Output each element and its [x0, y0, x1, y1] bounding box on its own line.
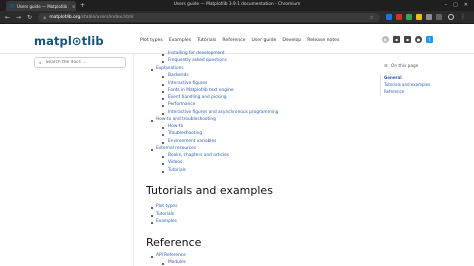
toc-list-icon: ☰	[384, 64, 388, 69]
sidebar-divider	[133, 54, 134, 266]
toc-link[interactable]: Backends	[168, 73, 189, 78]
search-icon: ⌕	[39, 60, 42, 66]
toc-link[interactable]: Modules	[168, 260, 186, 265]
extension-4-icon[interactable]	[416, 14, 422, 20]
rtoc-reference[interactable]: Reference	[384, 89, 404, 94]
nav-plot-types[interactable]: Plot types	[140, 38, 163, 43]
url-host: matplotlib.org	[49, 15, 81, 20]
header-icons: ◐ ▪ ▪ ● t	[382, 36, 433, 43]
bullet-icon	[151, 222, 153, 224]
toc-rail	[380, 74, 381, 96]
nav-tutorials[interactable]: Tutorials	[197, 38, 216, 43]
reload-button[interactable]: ↻	[27, 13, 32, 22]
search-box[interactable]: ⌕	[34, 57, 126, 68]
github-icon[interactable]: ●	[415, 36, 422, 43]
url-path: /stable/users/index.html	[80, 15, 134, 20]
extension-2-icon[interactable]	[396, 14, 402, 20]
toc-link[interactable]: Plot types	[156, 204, 177, 209]
bullet-icon	[162, 76, 164, 78]
toc-link[interactable]: Explanations	[156, 66, 184, 71]
bullet-icon	[162, 84, 164, 86]
bullet-icon	[151, 120, 153, 122]
bullet-icon	[162, 163, 164, 165]
toc-link[interactable]: Examples	[156, 219, 177, 224]
toc-link[interactable]: Fonts in Matplotlib text engine	[168, 88, 234, 93]
nav-release-notes[interactable]: Release notes	[307, 38, 339, 43]
close-window-button[interactable]: ✕	[464, 1, 468, 10]
bullet-icon	[162, 98, 164, 100]
toc-link[interactable]: Environment variables	[168, 139, 216, 144]
extension-1-icon[interactable]	[386, 14, 392, 20]
bullet-icon	[162, 134, 164, 136]
bullet-icon	[151, 215, 153, 217]
new-tab-button[interactable]: +	[80, 1, 85, 10]
toc-link[interactable]: Event handling and picking	[168, 95, 227, 100]
toc-link[interactable]: API Reference	[156, 253, 186, 258]
reference-heading: Reference	[146, 236, 202, 249]
bullet-icon	[162, 105, 164, 107]
nav-reference[interactable]: Reference	[222, 38, 245, 43]
minimize-button[interactable]: –	[445, 1, 448, 10]
matplotlib-logo[interactable]: matpl⊙tlib	[34, 34, 104, 48]
address-bar[interactable]: ⊜ matplotlib.org /stable/users/index.htm…	[38, 13, 380, 22]
profile-avatar[interactable]	[448, 14, 454, 20]
twitter-icon[interactable]: t	[426, 36, 433, 43]
bullet-icon	[151, 207, 153, 209]
bullet-icon	[162, 113, 164, 115]
matplotlib-favicon-icon	[10, 4, 14, 8]
back-button[interactable]: ←	[5, 13, 10, 22]
search-input[interactable]	[45, 60, 125, 65]
theme-toggle-icon[interactable]: ◐	[382, 36, 389, 43]
toc-link[interactable]: Interactive figures and asynchronous pro…	[168, 110, 278, 115]
toc-link[interactable]: Tutorials	[168, 168, 186, 173]
window-controls: – ▢ ✕	[445, 1, 468, 10]
tutorials-heading: Tutorials and examples	[146, 184, 273, 197]
top-navigation: Plot types Examples Tutorials Reference …	[140, 38, 339, 43]
extension-3-icon[interactable]	[406, 14, 412, 20]
browser-menu-icon[interactable]: ⋮	[460, 14, 466, 20]
extension-6-icon[interactable]	[436, 14, 442, 20]
rtoc-tutorials-and-examples[interactable]: Tutorials and examples	[384, 82, 430, 87]
on-this-page-title: On this page	[391, 64, 419, 69]
toc-link[interactable]: Tutorials	[156, 212, 174, 217]
tab-close-icon[interactable]: ×	[72, 4, 75, 9]
bullet-icon	[151, 149, 153, 151]
nav-user-guide[interactable]: User guide	[252, 38, 277, 43]
toc-link[interactable]: Books, chapters and articles	[168, 153, 229, 158]
toc-link[interactable]: How-to and troubleshooting	[156, 117, 216, 122]
forward-button[interactable]: →	[16, 13, 21, 22]
bullet-icon	[162, 91, 164, 93]
gitter-icon[interactable]: ▪	[393, 36, 400, 43]
bullet-icon	[151, 69, 153, 71]
rtoc-general[interactable]: General	[384, 75, 402, 80]
nav-develop[interactable]: Develop	[282, 38, 301, 43]
toc-link[interactable]: Interactive figures	[168, 81, 207, 86]
nav-examples[interactable]: Examples	[169, 38, 191, 43]
bullet-icon	[162, 61, 164, 63]
bullet-icon	[162, 54, 164, 56]
browser-tab[interactable]: Users guide — Matplotlib 3... ×	[6, 1, 76, 11]
toc-link[interactable]: Installing for development	[168, 51, 225, 56]
toc-link[interactable]: Performance	[168, 102, 195, 107]
toc-link[interactable]: External resources	[156, 146, 196, 151]
browser-toolbar: ← → ↻ ⊜ matplotlib.org /stable/users/ind…	[0, 11, 474, 24]
discourse-icon[interactable]: ▪	[404, 36, 411, 43]
bullet-icon	[162, 171, 164, 173]
toc-link[interactable]: Videos	[168, 160, 182, 165]
tab-title: Users guide — Matplotlib 3...	[17, 3, 69, 9]
extension-5-icon[interactable]	[426, 14, 432, 20]
site-info-icon[interactable]: ⊜	[43, 15, 46, 20]
bullet-icon	[162, 142, 164, 144]
bullet-icon	[162, 263, 164, 265]
browser-title-bar: Users guide — Matplotlib 3... × + Users …	[0, 0, 474, 11]
bullet-icon	[162, 156, 164, 158]
toc-link[interactable]: Frequently asked questions	[168, 58, 227, 63]
bullet-icon	[151, 256, 153, 258]
toc-link[interactable]: How-to	[168, 124, 183, 129]
toc-link[interactable]: Troubleshooting	[168, 131, 202, 136]
bookmark-star-icon[interactable]: ☆	[370, 15, 374, 21]
bullet-icon	[162, 127, 164, 129]
maximize-button[interactable]: ▢	[453, 1, 458, 10]
page-header: matpl⊙tlib Plot types Examples Tutorials…	[0, 24, 474, 54]
